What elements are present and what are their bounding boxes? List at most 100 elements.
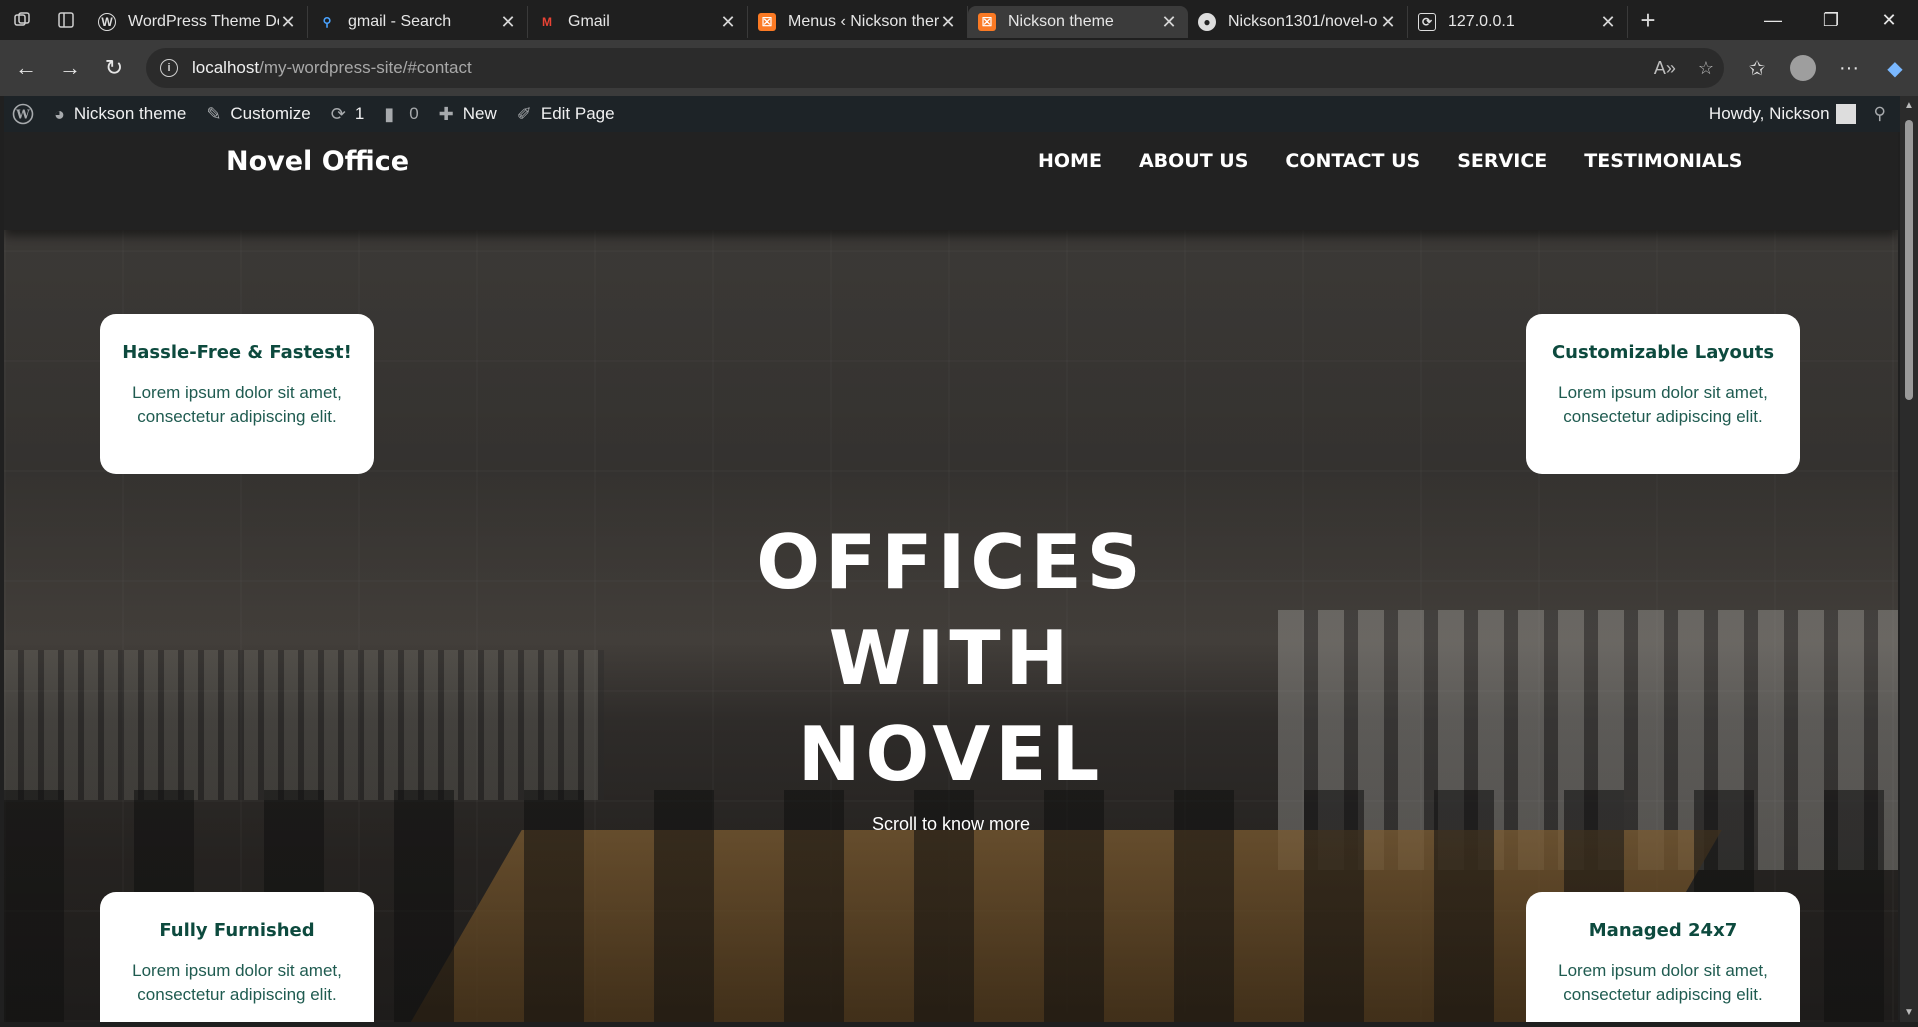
feature-card-text: Lorem ipsum dolor sit amet, consectetur … <box>1558 961 1768 1004</box>
page-scrollbar[interactable]: ▲ ▼ <box>1900 96 1918 1022</box>
more-options-icon[interactable]: ··· <box>1826 57 1872 80</box>
close-window-icon[interactable]: ✕ <box>1860 0 1918 40</box>
menu-item-home[interactable]: HOME <box>1038 150 1102 172</box>
tab-menus[interactable]: ☒ Menus ‹ Nickson ther ✕ <box>748 6 968 38</box>
close-icon[interactable]: ✕ <box>719 12 737 33</box>
workspaces-icon[interactable] <box>0 0 44 40</box>
hero-headline-line-3: NOVEL <box>797 710 1105 798</box>
scroll-up-icon[interactable]: ▲ <box>1904 100 1914 111</box>
scroll-hint[interactable]: Scroll to know more <box>4 814 1898 835</box>
url-text[interactable]: localhost/my-wordpress-site/#contact <box>192 58 472 78</box>
vertical-tabs-icon[interactable] <box>44 0 88 40</box>
comments-count: 0 <box>409 104 419 123</box>
menu-item-about-us[interactable]: ABOUT US <box>1139 150 1248 172</box>
read-aloud-icon[interactable]: A» <box>1654 58 1676 79</box>
minimize-icon[interactable]: — <box>1744 0 1802 40</box>
copilot-icon[interactable]: ◆ <box>1872 56 1918 81</box>
gmail-icon: M <box>542 15 552 29</box>
admin-comments[interactable]: ▮ 0 <box>374 96 428 132</box>
tab-title: Nickson1301/novel-o <box>1228 13 1378 30</box>
close-icon[interactable]: ✕ <box>1379 12 1397 33</box>
menu-item-testimonials[interactable]: TESTIMONIALS <box>1584 150 1742 172</box>
scroll-down-icon[interactable]: ▼ <box>1904 1007 1914 1018</box>
profile-avatar[interactable] <box>1790 55 1816 81</box>
hero-headline-line-1: OFFICES <box>756 518 1146 606</box>
search-icon[interactable]: ⚲ <box>1874 104 1886 124</box>
search-icon: ⚲ <box>322 15 332 29</box>
forward-icon[interactable]: → <box>48 46 92 90</box>
site-name-label: Nickson theme <box>73 104 187 123</box>
updates-icon: ⟳ <box>330 103 346 124</box>
reload-icon[interactable]: ↻ <box>92 46 136 90</box>
customize-label: Customize <box>230 104 311 123</box>
url-path: /my-wordpress-site/#contact <box>259 58 472 77</box>
menu-item-contact-us[interactable]: CONTACT US <box>1285 150 1420 172</box>
menu-item-service[interactable]: SERVICE <box>1457 150 1547 172</box>
wordpress-icon: W <box>98 13 116 31</box>
scrollbar-thumb[interactable] <box>1905 120 1913 400</box>
wp-logo-icon[interactable]: W <box>4 96 44 132</box>
brush-icon: ✎ <box>206 103 222 124</box>
user-avatar[interactable] <box>1835 104 1856 124</box>
feature-card: Fully Furnished Lorem ipsum dolor sit am… <box>100 892 374 1022</box>
site-header: Novel Office HOME ABOUT US CONTACT US SE… <box>4 132 1898 230</box>
document-icon: ⟳ <box>1418 13 1436 31</box>
updates-count: 1 <box>354 104 365 123</box>
window-bottom-edge <box>0 1022 1918 1027</box>
new-label: New <box>462 104 497 123</box>
hero-headline-line-2: WITH <box>828 614 1074 702</box>
close-icon[interactable]: ✕ <box>939 12 957 33</box>
plus-icon: ✚ <box>438 103 454 124</box>
tab-github[interactable]: ● Nickson1301/novel-o ✕ <box>1188 6 1408 38</box>
address-bar[interactable]: i localhost/my-wordpress-site/#contact A… <box>146 48 1724 88</box>
tab-title: WordPress Theme De <box>128 13 279 30</box>
svg-text:W: W <box>15 108 30 122</box>
feature-card-text: Lorem ipsum dolor sit amet, consectetur … <box>132 383 342 426</box>
admin-customize[interactable]: ✎ Customize <box>196 96 320 132</box>
admin-site-name[interactable]: ◕ Nickson theme <box>44 96 196 132</box>
pencil-icon: ✐ <box>516 103 532 124</box>
site-brand[interactable]: Novel Office <box>226 146 409 177</box>
url-host: localhost <box>192 58 260 77</box>
edit-page-label: Edit Page <box>540 104 615 123</box>
restore-icon[interactable]: ❐ <box>1802 0 1860 40</box>
feature-card-title: Hassle-Free & Fastest! <box>122 342 352 363</box>
tab-title: gmail - Search <box>348 13 452 30</box>
feature-card: Customizable Layouts Lorem ipsum dolor s… <box>1526 314 1800 474</box>
feature-card-text: Lorem ipsum dolor sit amet, consectetur … <box>1558 383 1768 426</box>
site-info-icon[interactable]: i <box>160 59 178 77</box>
primary-menu: HOME ABOUT US CONTACT US SERVICE TESTIMO… <box>1038 150 1742 172</box>
favorites-icon[interactable]: ✩ <box>1734 56 1780 81</box>
close-icon[interactable]: ✕ <box>279 12 297 33</box>
tab-gmail-search[interactable]: ⚲ gmail - Search ✕ <box>308 6 528 38</box>
xampp-icon: ☒ <box>978 13 996 31</box>
window-controls: — ❐ ✕ <box>1744 0 1918 40</box>
browser-toolbar: ← → ↻ i localhost/my-wordpress-site/#con… <box>0 40 1918 96</box>
feature-card: Managed 24x7 Lorem ipsum dolor sit amet,… <box>1526 892 1800 1022</box>
tab-localhost-ip[interactable]: ⟳ 127.0.0.1 ✕ <box>1408 6 1628 38</box>
feature-card-text: Lorem ipsum dolor sit amet, consectetur … <box>132 961 342 1004</box>
tab-title: Gmail <box>568 13 610 30</box>
tab-gmail[interactable]: M Gmail ✕ <box>528 6 748 38</box>
admin-updates[interactable]: ⟳ 1 <box>321 96 375 132</box>
admin-new[interactable]: ✚ New <box>429 96 507 132</box>
close-icon[interactable]: ✕ <box>499 12 517 33</box>
tab-nickson-theme[interactable]: ☒ Nickson theme ✕ <box>968 6 1188 38</box>
favorite-star-icon[interactable]: ☆ <box>1698 58 1714 79</box>
dashboard-icon: ◕ <box>54 103 65 124</box>
comment-icon: ▮ <box>384 103 395 124</box>
tab-title: Menus ‹ Nickson ther <box>788 13 939 30</box>
feature-card: Hassle-Free & Fastest! Lorem ipsum dolor… <box>100 314 374 474</box>
github-icon: ● <box>1198 13 1216 31</box>
close-icon[interactable]: ✕ <box>1160 12 1178 33</box>
back-icon[interactable]: ← <box>4 46 48 90</box>
admin-bar-right: Howdy, Nickson ⚲ <box>1709 96 1900 132</box>
xampp-icon: ☒ <box>758 13 776 31</box>
howdy-user[interactable]: Howdy, Nickson <box>1709 104 1830 124</box>
feature-card-title: Managed 24x7 <box>1588 920 1738 941</box>
close-icon[interactable]: ✕ <box>1599 12 1617 33</box>
tab-wordpress-theme[interactable]: W WordPress Theme De ✕ <box>88 6 308 38</box>
new-tab-button[interactable]: + <box>1628 0 1668 40</box>
admin-edit-page[interactable]: ✐ Edit Page <box>507 96 625 132</box>
website-viewport: Novel Office HOME ABOUT US CONTACT US SE… <box>4 132 1898 1022</box>
